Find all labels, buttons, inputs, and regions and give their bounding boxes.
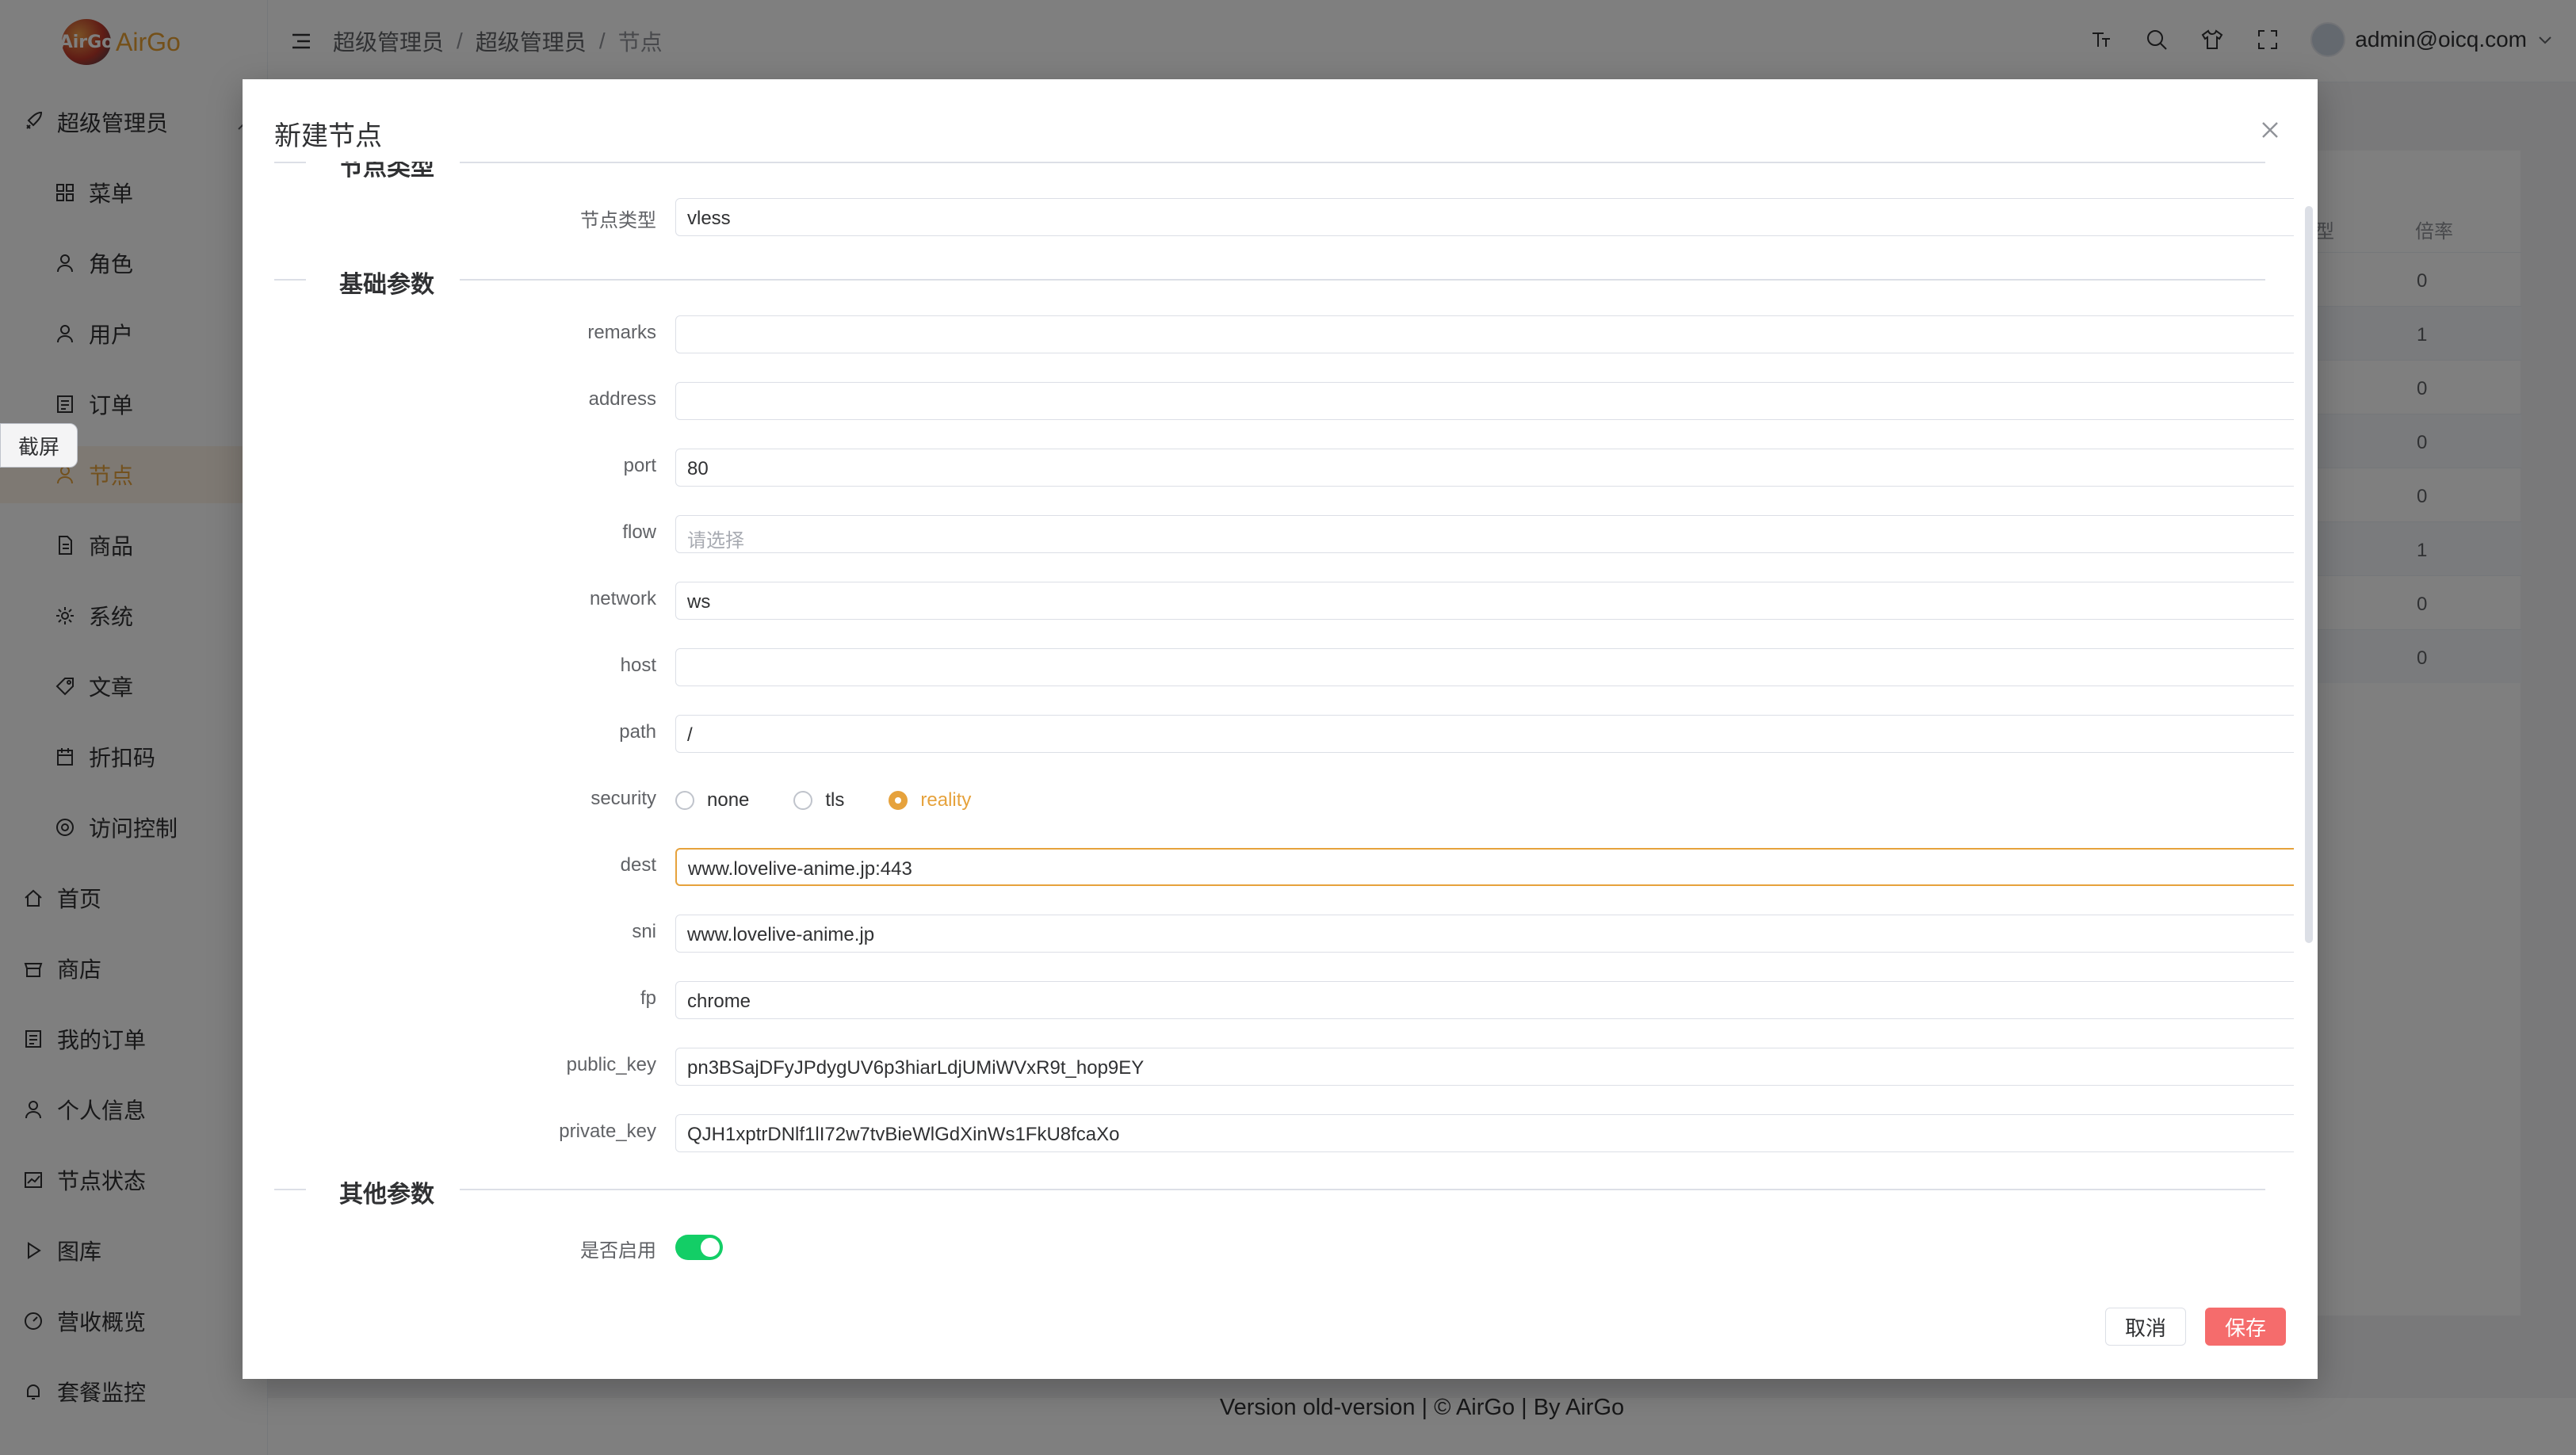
- divider: [460, 279, 2265, 281]
- port-input[interactable]: 80: [675, 449, 2294, 487]
- form-row-private-key: private_key QJH1xptrDNlf1lI72w7tvBieWlGd…: [274, 1114, 2294, 1152]
- field-label: network: [589, 588, 656, 609]
- field-label: fp: [640, 987, 656, 1009]
- field-label: flow: [622, 521, 656, 543]
- enabled-switch[interactable]: [675, 1235, 723, 1260]
- divider: [274, 1189, 306, 1190]
- field-label: 是否启用: [580, 1240, 656, 1262]
- security-radio-group: none tls reality: [675, 789, 1015, 812]
- dialog-body[interactable]: 节点类型 节点类型 vless 基础参数 remarks address por…: [274, 162, 2294, 1319]
- field-label: 节点类型: [580, 210, 656, 231]
- remarks-input[interactable]: [675, 315, 2294, 353]
- form-row-enabled: 是否启用: [274, 1228, 2265, 1266]
- radio-circle[interactable]: [675, 791, 694, 810]
- security-radio-none[interactable]: none: [675, 789, 749, 812]
- new-node-dialog: 新建节点 节点类型 节点类型 vless 基础参数 remarks addres…: [243, 79, 2318, 1379]
- form-row-host: host: [274, 648, 2294, 686]
- cancel-button[interactable]: 取消: [2104, 1308, 2186, 1346]
- form-row-fp: fp chrome: [274, 981, 2294, 1019]
- network-select[interactable]: ws: [675, 582, 2294, 620]
- field-label: dest: [620, 854, 656, 876]
- close-icon[interactable]: [2256, 116, 2284, 144]
- form-row-dest: dest www.lovelive-anime.jp:443: [274, 848, 2294, 886]
- form-row-security: security none tls reality: [274, 781, 2265, 819]
- screenshot-tab[interactable]: 截屏: [0, 423, 78, 468]
- private-key-input[interactable]: QJH1xptrDNlf1lI72w7tvBieWlGdXinWs1FkU8fc…: [675, 1114, 2294, 1152]
- field-label: host: [620, 655, 656, 676]
- security-radio-tls[interactable]: tls: [793, 789, 844, 812]
- radio-label: tls: [825, 789, 845, 811]
- section-basic-params: 基础参数: [274, 263, 2265, 298]
- field-label: address: [588, 388, 656, 410]
- form-row-remarks: remarks: [274, 315, 2294, 353]
- form-row-port: port 80: [274, 449, 2294, 487]
- field-label: port: [623, 455, 656, 476]
- divider: [460, 162, 2265, 163]
- section-node-type: 节点类型: [274, 162, 2265, 181]
- radio-circle[interactable]: [889, 791, 908, 810]
- form-row-path: path /: [274, 715, 2294, 753]
- field-label: public_key: [566, 1054, 656, 1075]
- field-label: remarks: [587, 322, 656, 343]
- path-input[interactable]: /: [675, 715, 2294, 753]
- form-row-flow: flow 请选择: [274, 515, 2294, 553]
- dest-select[interactable]: www.lovelive-anime.jp:443: [675, 848, 2294, 886]
- form-row-public-key: public_key pn3BSajDFyJPdygUV6p3hiarLdjUM…: [274, 1048, 2294, 1086]
- section-other-params: 其他参数: [274, 1173, 2265, 1208]
- section-title: 基础参数: [339, 272, 434, 298]
- address-input[interactable]: [675, 382, 2294, 420]
- form-row-node-type: 节点类型 vless: [274, 198, 2294, 236]
- field-label: private_key: [559, 1121, 656, 1142]
- field-label: sni: [632, 921, 656, 942]
- radio-circle[interactable]: [793, 791, 813, 810]
- radio-label: none: [707, 789, 750, 811]
- dialog-scrollbar[interactable]: [2305, 206, 2313, 943]
- public-key-input[interactable]: pn3BSajDFyJPdygUV6p3hiarLdjUMiWVxR9t_hop…: [675, 1048, 2294, 1086]
- fp-select[interactable]: chrome: [675, 981, 2294, 1019]
- node-type-select[interactable]: vless: [675, 198, 2294, 236]
- security-radio-reality[interactable]: reality: [889, 789, 971, 812]
- save-button[interactable]: 保存: [2204, 1308, 2286, 1346]
- divider: [460, 1189, 2265, 1190]
- form-row-address: address: [274, 382, 2294, 420]
- section-title: 节点类型: [339, 162, 434, 181]
- section-title: 其他参数: [339, 1182, 434, 1208]
- field-label: security: [590, 788, 656, 809]
- sni-input[interactable]: www.lovelive-anime.jp: [675, 915, 2294, 953]
- flow-select[interactable]: 请选择: [675, 515, 2294, 553]
- dialog-footer: 取消 保存: [2086, 1308, 2286, 1346]
- dialog-title: 新建节点: [274, 121, 382, 151]
- form-row-sni: sni www.lovelive-anime.jp: [274, 915, 2294, 953]
- divider: [274, 162, 306, 163]
- form-row-network: network ws: [274, 582, 2294, 620]
- host-input[interactable]: [675, 648, 2294, 686]
- radio-label: reality: [920, 789, 972, 811]
- field-label: path: [619, 721, 656, 743]
- divider: [274, 279, 306, 281]
